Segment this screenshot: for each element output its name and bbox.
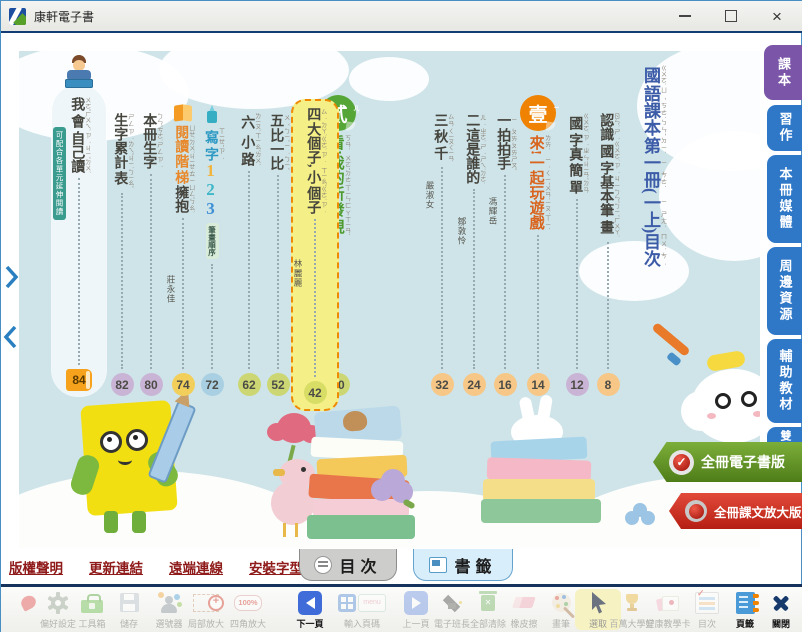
install-font-link[interactable]: 安裝字型 [249, 557, 303, 577]
note-chip: 可配合各單元延伸閱讀 [53, 127, 66, 220]
toolbar-partial-zoom[interactable]: +局部放大 [183, 589, 229, 630]
select-cursor-icon [584, 589, 612, 616]
bottom-toolbar: 偏好設定 工具箱 儲存 選號器 +局部放大 100%四角放大 下一頁 menu輸… [1, 587, 802, 632]
side-tab-label: 輔助教材 [776, 349, 795, 413]
page-number-badge[interactable]: 24 [463, 373, 486, 396]
page-number-badge[interactable]: 14 [527, 373, 550, 396]
app-logo-icon [9, 8, 26, 25]
partial-zoom-icon: + [192, 589, 220, 616]
page-number-input-icon: menu [337, 589, 387, 616]
eraser-icon [510, 589, 538, 616]
toc-item-lesson5[interactable]: 五ㄨˇ比ㄅㄧˇ一ㄧˋ比ㄅㄧˇ52 [261, 113, 295, 396]
full-ebook-version-button[interactable]: ✓ 全冊電子書版 [653, 442, 802, 482]
clear-all-icon: ✕ [474, 589, 502, 616]
window-controls: × [675, 6, 802, 26]
table-of-contents: 國ㄍㄨㄛˊ語ㄩˇ課ㄎㄜˋ本ㄅㄣˇ第ㄉㄧˋ一ㄧ冊ㄘㄜˋ(一ㄧ上ㄕㄤˋ)目ㄇㄨˋ次ㄘ… [19, 51, 760, 548]
toc-item-intro1[interactable]: 認ㄖㄣˋ識ㄕˋ國ㄍㄨㄛˊ字ㄗˋ基ㄐㄧ本ㄅㄣˇ筆ㄅㄧˇ畫ㄏㄨㄚˋ8 [591, 113, 625, 396]
toolbar-page-number-input[interactable]: menu輸入頁碼 [333, 589, 391, 630]
page-number-badge[interactable]: 16 [494, 373, 517, 396]
next-page-icon [296, 589, 324, 616]
update-link[interactable]: 更新連結 [89, 557, 143, 577]
toc-title: 國ㄍㄨㄛˊ語ㄩˇ課ㄎㄜˋ本ㄅㄣˇ第ㄉㄧˋ一ㄧ冊ㄘㄜˋ(一ㄧ上ㄕㄤˋ)目ㄇㄨˋ次ㄘ… [630, 65, 676, 267]
window-title: 康軒電子書 [34, 8, 94, 25]
prev-page-icon [402, 589, 430, 616]
page-tabs-icon [731, 589, 759, 616]
page-number-badge[interactable]: 32 [431, 373, 454, 396]
minimize-icon[interactable] [675, 6, 695, 26]
page-number-badge[interactable]: 12 [566, 373, 589, 396]
page-number-book-badge[interactable]: 84 [66, 369, 92, 391]
toc-item-lesson2[interactable]: 二ㄦˋ這ㄓㄜˋ是ㄕˋ誰ㄕㄟˊ的ㄉㄜ˙24鄒敦怜 [457, 113, 491, 396]
side-tab-volume-media[interactable]: 本冊媒體 [767, 155, 802, 243]
page-back-chevron-icon[interactable] [3, 325, 18, 349]
teaching-cards-icon [654, 589, 682, 616]
page-number-badge[interactable]: 62 [238, 373, 261, 396]
paintbrush-icon [547, 589, 575, 616]
copyright-link[interactable]: 版權聲明 [9, 557, 63, 577]
toc-item-unit1[interactable]: 壹ㄧ來ㄌㄞˊ!一ㄧˋ起ㄑㄧˇ玩ㄨㄢˊ遊ㄧㄡˊ戲ㄒㄧˋ14 [518, 95, 558, 396]
page-forward-chevron-icon[interactable] [4, 265, 19, 289]
bottom-tab-bookmark[interactable]: 書籤 [413, 549, 513, 581]
toolbar-corner-zoom[interactable]: 100%四角放大 [225, 589, 271, 630]
toc-item-cumul[interactable]: 生ㄕㄥ字ㄗˋ累ㄌㄟˇ計ㄐㄧˋ表ㄅㄧㄠˇ82 [105, 113, 139, 396]
side-tab-label: 習作 [776, 112, 795, 144]
toolbar-next-page[interactable]: 下一頁 [287, 589, 333, 630]
check-badge-icon: ✓ [669, 450, 694, 475]
toc-item-lesson4[interactable]: 四ㄙˋ大ㄉㄚˋ個ㄍㄜˋ子ㄗ˙,小ㄒㄧㄠˇ個ㄍㄜˋ子ㄗ˙42林麗麗 [291, 99, 339, 411]
gear-icon [44, 589, 72, 616]
bottom-tab-toc[interactable]: 目次 [299, 549, 397, 581]
bottom-tab-label: 書籤 [454, 553, 496, 577]
toc-item-lesson3[interactable]: 三ㄙㄢ秋ㄑㄧㄡ千ㄑㄧㄢ32嚴淑女 [425, 113, 459, 396]
side-tab-label: 課本 [774, 57, 793, 89]
page-number-badge[interactable]: 80 [140, 373, 163, 396]
full-text-enlarged-version-button[interactable]: 全冊課文放大版 [669, 493, 802, 529]
record-badge-icon [685, 500, 707, 522]
page-number-badge[interactable]: 72 [201, 373, 224, 396]
toc-list-icon [693, 589, 721, 616]
page-number-badge[interactable]: 74 [172, 373, 195, 396]
toolbox-icon [78, 589, 106, 616]
toc-item-selfread[interactable]: 可配合各單元延伸閱讀我ㄨㄛˇ會ㄏㄨㄟˋ自ㄗˋ己ㄐㄧˇ讀ㄉㄨˊ84 [52, 85, 106, 396]
reading-child-icon [65, 55, 93, 89]
toc-item-reading[interactable]: 閱ㄩㄝˋ讀ㄉㄨˊ階ㄐㄧㄝ梯ㄊㄧ擁ㄩㄥˇ抱ㄅㄠˋ74莊永佳 [166, 105, 200, 396]
unit-badge: 壹ㄧ [520, 95, 556, 131]
toc-item-intro2[interactable]: 國ㄍㄨㄛˊ字ㄗˋ真ㄓㄣ簡ㄐㄧㄢˇ單ㄉㄢ12 [560, 113, 594, 396]
remote-connection-link[interactable]: 遠端連線 [169, 557, 223, 577]
side-tab-label: 本冊媒體 [776, 167, 795, 231]
bottom-tab-label: 目次 [339, 553, 381, 577]
corner-zoom-icon: 100% [234, 589, 262, 616]
side-tab-peripheral-resources[interactable]: 周邊資源 [767, 247, 802, 335]
toc-tab-icon [314, 556, 332, 574]
maximize-icon[interactable] [721, 6, 741, 26]
stroke-order-chip: 筆畫順序 [206, 223, 219, 259]
page-number-badge[interactable]: 82 [111, 373, 134, 396]
number-picker-icon [155, 589, 183, 616]
side-tab-textbook[interactable]: 課本 [764, 45, 802, 100]
banner-label: 全冊電子書版 [701, 452, 785, 472]
author-name: 嚴淑女 [424, 181, 436, 210]
open-book-icon [174, 105, 192, 121]
app-window: { "window": {"title": "康軒電子書", "controls… [0, 0, 802, 632]
save-icon [115, 589, 143, 616]
title-bar: 康軒電子書 × [1, 1, 802, 33]
toc-item-lesson6[interactable]: 六ㄌㄧㄡˋ小ㄒㄧㄠˇ路ㄌㄨˋ62 [232, 113, 266, 396]
page-number-badge[interactable]: 8 [597, 373, 620, 396]
page-number-badge[interactable]: 52 [267, 373, 290, 396]
close-x-icon [767, 589, 795, 616]
side-tab-auxiliary-materials[interactable]: 輔助教材 [767, 339, 802, 423]
book-page: 國ㄍㄨㄛˊ語ㄩˇ課ㄎㄜˋ本ㄅㄣˇ第ㄉㄧˋ一ㄧ冊ㄘㄜˋ(一ㄧ上ㄕㄤˋ)目ㄇㄨˋ次ㄘ… [19, 51, 760, 548]
toc-item-words[interactable]: 本ㄅㄣˇ冊ㄘㄜˋ生ㄕㄥ字ㄗˋ80 [134, 113, 168, 396]
page-number-badge[interactable]: 42 [304, 381, 327, 404]
banner-label: 全冊課文放大版 [714, 502, 802, 521]
crayon-icon [205, 105, 219, 125]
class-leader-icon [438, 589, 466, 616]
side-tab-label: 周邊資源 [776, 259, 795, 323]
close-icon[interactable]: × [767, 6, 787, 26]
toc-item-writing[interactable]: 寫ㄒㄧㄝˇ字ㄗˋ123筆畫順序72 [195, 105, 229, 396]
toc-item-lesson1[interactable]: 一ㄧ拍ㄆㄞ拍ㄆㄞ手ㄕㄡˇ16馮輝岳 [488, 113, 522, 396]
toolbar-close[interactable]: 關閉 [758, 589, 802, 630]
side-tab-workbook[interactable]: 習作 [767, 105, 802, 151]
bookmark-tab-icon [429, 557, 447, 573]
trophy-icon [618, 589, 646, 616]
